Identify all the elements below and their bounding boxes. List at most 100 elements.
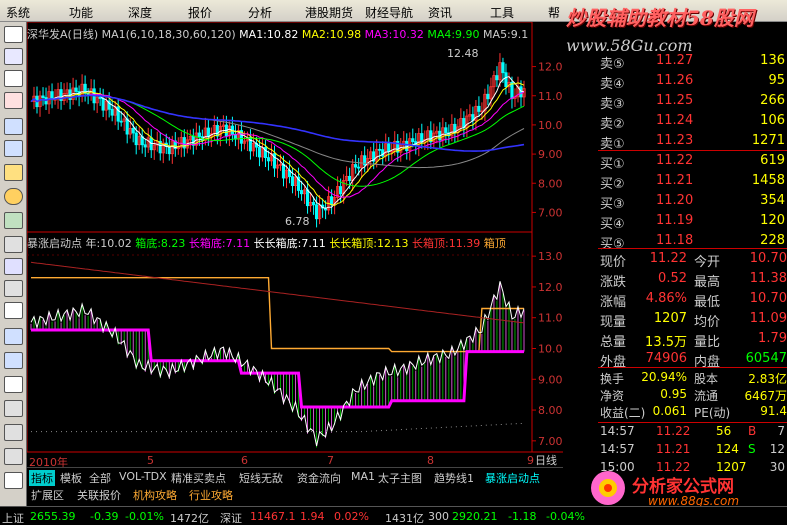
candle-body [510,81,514,99]
tab-short-term[interactable]: 短线无敌 [237,470,285,486]
note-icon[interactable] [4,472,23,489]
ask-row: 卖① 11.23 1271 [598,132,787,152]
fundamental-label: 股本 [694,372,719,386]
menu-item-depth[interactable]: 深度 [128,4,152,21]
tab-vol-tdx[interactable]: VOL-TDX [117,470,169,483]
menu-item-hk-futures[interactable]: 港股期货 [305,4,353,21]
cursor-icon[interactable] [4,26,23,43]
tab-prince-main[interactable]: 太子主图 [376,470,424,486]
tab-surge-start[interactable]: 暴涨启动点 [483,470,542,486]
link-icon[interactable] [4,448,23,465]
ma-params: MA1(6,10,18,30,60,120) [101,28,236,41]
sh-label: 上证 [2,512,24,525]
tab-extension[interactable]: 扩展区 [29,487,66,503]
stat-row: 涨跌 0.52 最高 11.38 [598,270,787,290]
stat-value: 1207 [653,311,687,326]
stat-label: 最低 [694,295,721,310]
menu-item-help[interactable]: 帮 [548,4,560,21]
menu-item-system[interactable]: 系统 [6,4,30,21]
price-tick-label: 11.00 [538,90,563,103]
stock-terminal-window: { "menu": ["系统","功能","深度","报价","分析","港股期… [0,0,787,525]
panel-divider [598,248,787,249]
candle-body [378,148,382,151]
ask-level: 卖② [600,117,625,132]
candle-body [420,133,424,143]
stat-value: 11.09 [749,311,787,326]
candle-body [101,98,105,111]
stat-row: 涨幅 4.86% 最低 10.70 [598,290,787,310]
tab-money-flow[interactable]: 资金流向 [295,470,343,486]
candle-body [444,127,448,134]
fundamental-row: 净资 0.95 流通 6467万 [598,387,787,404]
tab-precise-points[interactable]: 精准买卖点 [169,470,228,486]
sz-change: 1.94 [300,510,325,523]
line-chart-icon[interactable] [4,70,23,87]
stat-label: 今开 [694,255,721,270]
indicator-tick-label: 8.00 [538,404,563,417]
menu-item-news[interactable]: 资讯 [428,4,452,21]
menu-item-quote[interactable]: 报价 [188,4,212,21]
ask-volume: 136 [760,53,785,68]
candlestick-icon[interactable] [4,48,23,65]
candle-body [314,204,319,220]
grid-icon[interactable] [4,258,23,275]
bid-volume: 619 [760,153,785,168]
formula-icon[interactable] [4,236,23,253]
fundamental-value: 2.83亿 [748,372,787,386]
tick-row: 14:57 11.22 56 B 7 [598,424,787,442]
tab-institution[interactable]: 机构攻略 [131,487,179,503]
candle-body [74,87,78,92]
long-long-bottom-line [31,422,525,433]
stats-icon[interactable] [4,376,23,393]
fundamental-label: 换手 [600,372,625,386]
menu-item-tools[interactable]: 工具 [490,4,514,21]
bid-row: 买④ 11.19 120 [598,212,787,232]
sz-value: 11467.1 [250,510,296,523]
box-bottom: 箱底:8.23 [135,237,186,250]
coin-icon[interactable] [4,188,23,205]
users-icon[interactable] [4,212,23,229]
long-box-top: 长箱顶:11.39 [412,237,481,250]
candle-body [167,146,171,155]
folder-icon[interactable] [4,164,23,181]
tick-price: 11.21 [656,442,691,456]
stat-row: 总量 13.5万 量比 1.79 [598,330,787,350]
report-icon[interactable] [4,118,23,135]
exit-icon[interactable] [4,302,23,319]
settings-icon[interactable] [4,400,23,417]
kline-icon[interactable] [4,328,23,345]
stat-label: 总量 [600,335,627,350]
tab-template[interactable]: 模板 [58,470,84,486]
box-bottom-line [31,328,524,409]
bid-price: 11.20 [656,193,694,208]
tab-trend-line[interactable]: 趋势线1 [432,470,476,486]
tab-indicator[interactable]: 指标 [29,470,55,486]
candle-body [330,196,334,206]
stat-value: 60547 [745,351,787,366]
day-period-tag[interactable]: 日线 [535,452,557,468]
candle-body [339,186,343,195]
tick-volume: 124 [716,442,739,456]
bid-row: 买③ 11.20 354 [598,192,787,212]
indicator-tick-label: 12.00 [538,281,563,294]
sh-change: -0.39 [90,510,119,523]
rsi-icon[interactable] [4,352,23,369]
news-icon[interactable] [4,140,23,157]
chart-area[interactable]: 12.00 11.00 10.00 9.00 8.00 7.00 13.00 12.00 11.… [27,22,563,469]
sh-value: 2655.39 [30,510,76,523]
bar-chart-icon[interactable] [4,92,23,109]
box-top: 箱顶 [483,237,506,250]
stat-value: 0.52 [658,271,687,286]
tab-ma1[interactable]: MA1 [349,470,377,483]
wrench-icon[interactable] [4,424,23,441]
ma1-value: MA1:10.82 [239,28,299,41]
tab-all[interactable]: 全部 [87,470,113,486]
tick-row: 14:57 11.21 124 S 12 [598,442,787,460]
tab-related-quotes[interactable]: 关联报价 [75,487,123,503]
stat-label: 现价 [600,255,627,270]
menu-item-finance-nav[interactable]: 财经导航 [365,4,413,21]
tab-industry[interactable]: 行业攻略 [187,487,235,503]
menu-item-analysis[interactable]: 分析 [248,4,272,21]
dollar-icon[interactable] [4,280,23,297]
menu-item-function[interactable]: 功能 [69,4,93,21]
